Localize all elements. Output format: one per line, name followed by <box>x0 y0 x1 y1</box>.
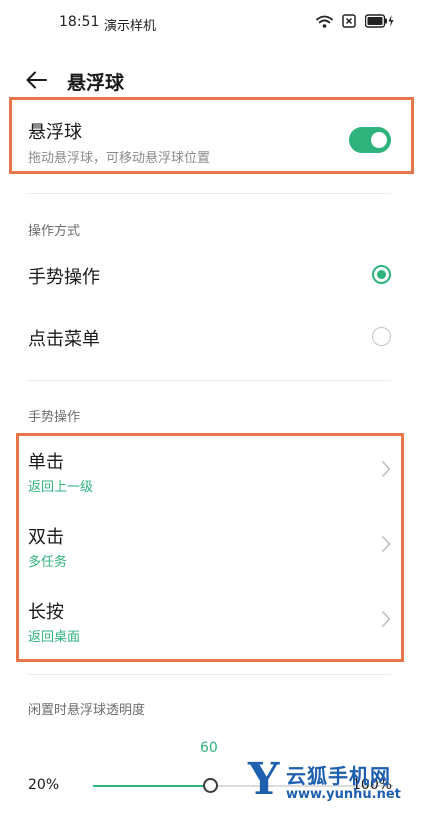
section-label-operation-mode: 操作方式 <box>28 224 81 239</box>
floating-ball-subtitle: 拖动悬浮球，可移动悬浮球位置 <box>28 151 211 166</box>
watermark-name: 云狐手机网 <box>286 764 391 788</box>
watermark-letter: Y <box>248 754 280 805</box>
gesture-action: 返回桌面 <box>28 630 81 645</box>
gesture-double-tap[interactable]: 双击 多任务 <box>0 515 423 579</box>
switch-knob <box>371 132 387 148</box>
chevron-right-icon <box>382 611 391 627</box>
watermark-logo: Y 云狐手机网 www.yunhu.net <box>248 756 420 816</box>
divider <box>28 193 391 194</box>
sim-blocked-icon <box>342 14 356 28</box>
divider <box>28 380 391 381</box>
status-icons <box>316 14 395 28</box>
radio-unselected[interactable] <box>372 327 391 346</box>
gesture-action: 返回上一级 <box>28 480 94 495</box>
watermark-url: www.yunhu.net <box>286 787 401 802</box>
opacity-slider-thumb[interactable] <box>202 778 218 793</box>
back-button[interactable] <box>24 68 50 92</box>
radio-selected[interactable] <box>372 265 391 284</box>
divider <box>28 674 391 675</box>
wifi-icon <box>316 15 333 28</box>
gesture-title: 双击 <box>28 527 64 548</box>
chevron-right-icon <box>382 461 391 477</box>
gesture-long-press[interactable]: 长按 返回桌面 <box>0 590 423 654</box>
gesture-action: 多任务 <box>28 555 68 570</box>
option-click-menu[interactable]: 点击菜单 <box>0 312 423 362</box>
option-gesture-operation[interactable]: 手势操作 <box>0 250 423 300</box>
floating-ball-title: 悬浮球 <box>28 122 82 143</box>
page-header: 悬浮球 <box>0 60 423 100</box>
option-label: 点击菜单 <box>28 329 100 350</box>
status-carrier: 演示样机 <box>104 19 157 34</box>
opacity-min-label: 20% <box>28 777 60 793</box>
gesture-title: 长按 <box>28 602 64 623</box>
section-label-idle-opacity: 闲置时悬浮球透明度 <box>28 703 146 718</box>
chevron-right-icon <box>382 536 391 552</box>
status-time: 18:51 <box>59 14 100 30</box>
gesture-title: 单击 <box>28 452 64 473</box>
page-title: 悬浮球 <box>67 72 125 94</box>
arrow-left-icon <box>26 71 47 89</box>
option-label: 手势操作 <box>28 267 100 288</box>
floating-ball-toggle-row[interactable]: 悬浮球 拖动悬浮球，可移动悬浮球位置 <box>0 104 423 168</box>
opacity-slider-fill <box>93 785 210 787</box>
status-bar: 18:51 演示样机 <box>0 0 423 46</box>
section-label-gestures: 手势操作 <box>28 410 81 425</box>
opacity-value: 60 <box>200 740 218 756</box>
floating-ball-switch[interactable] <box>349 127 391 153</box>
gesture-single-tap[interactable]: 单击 返回上一级 <box>0 440 423 504</box>
battery-charging-icon <box>365 14 394 28</box>
